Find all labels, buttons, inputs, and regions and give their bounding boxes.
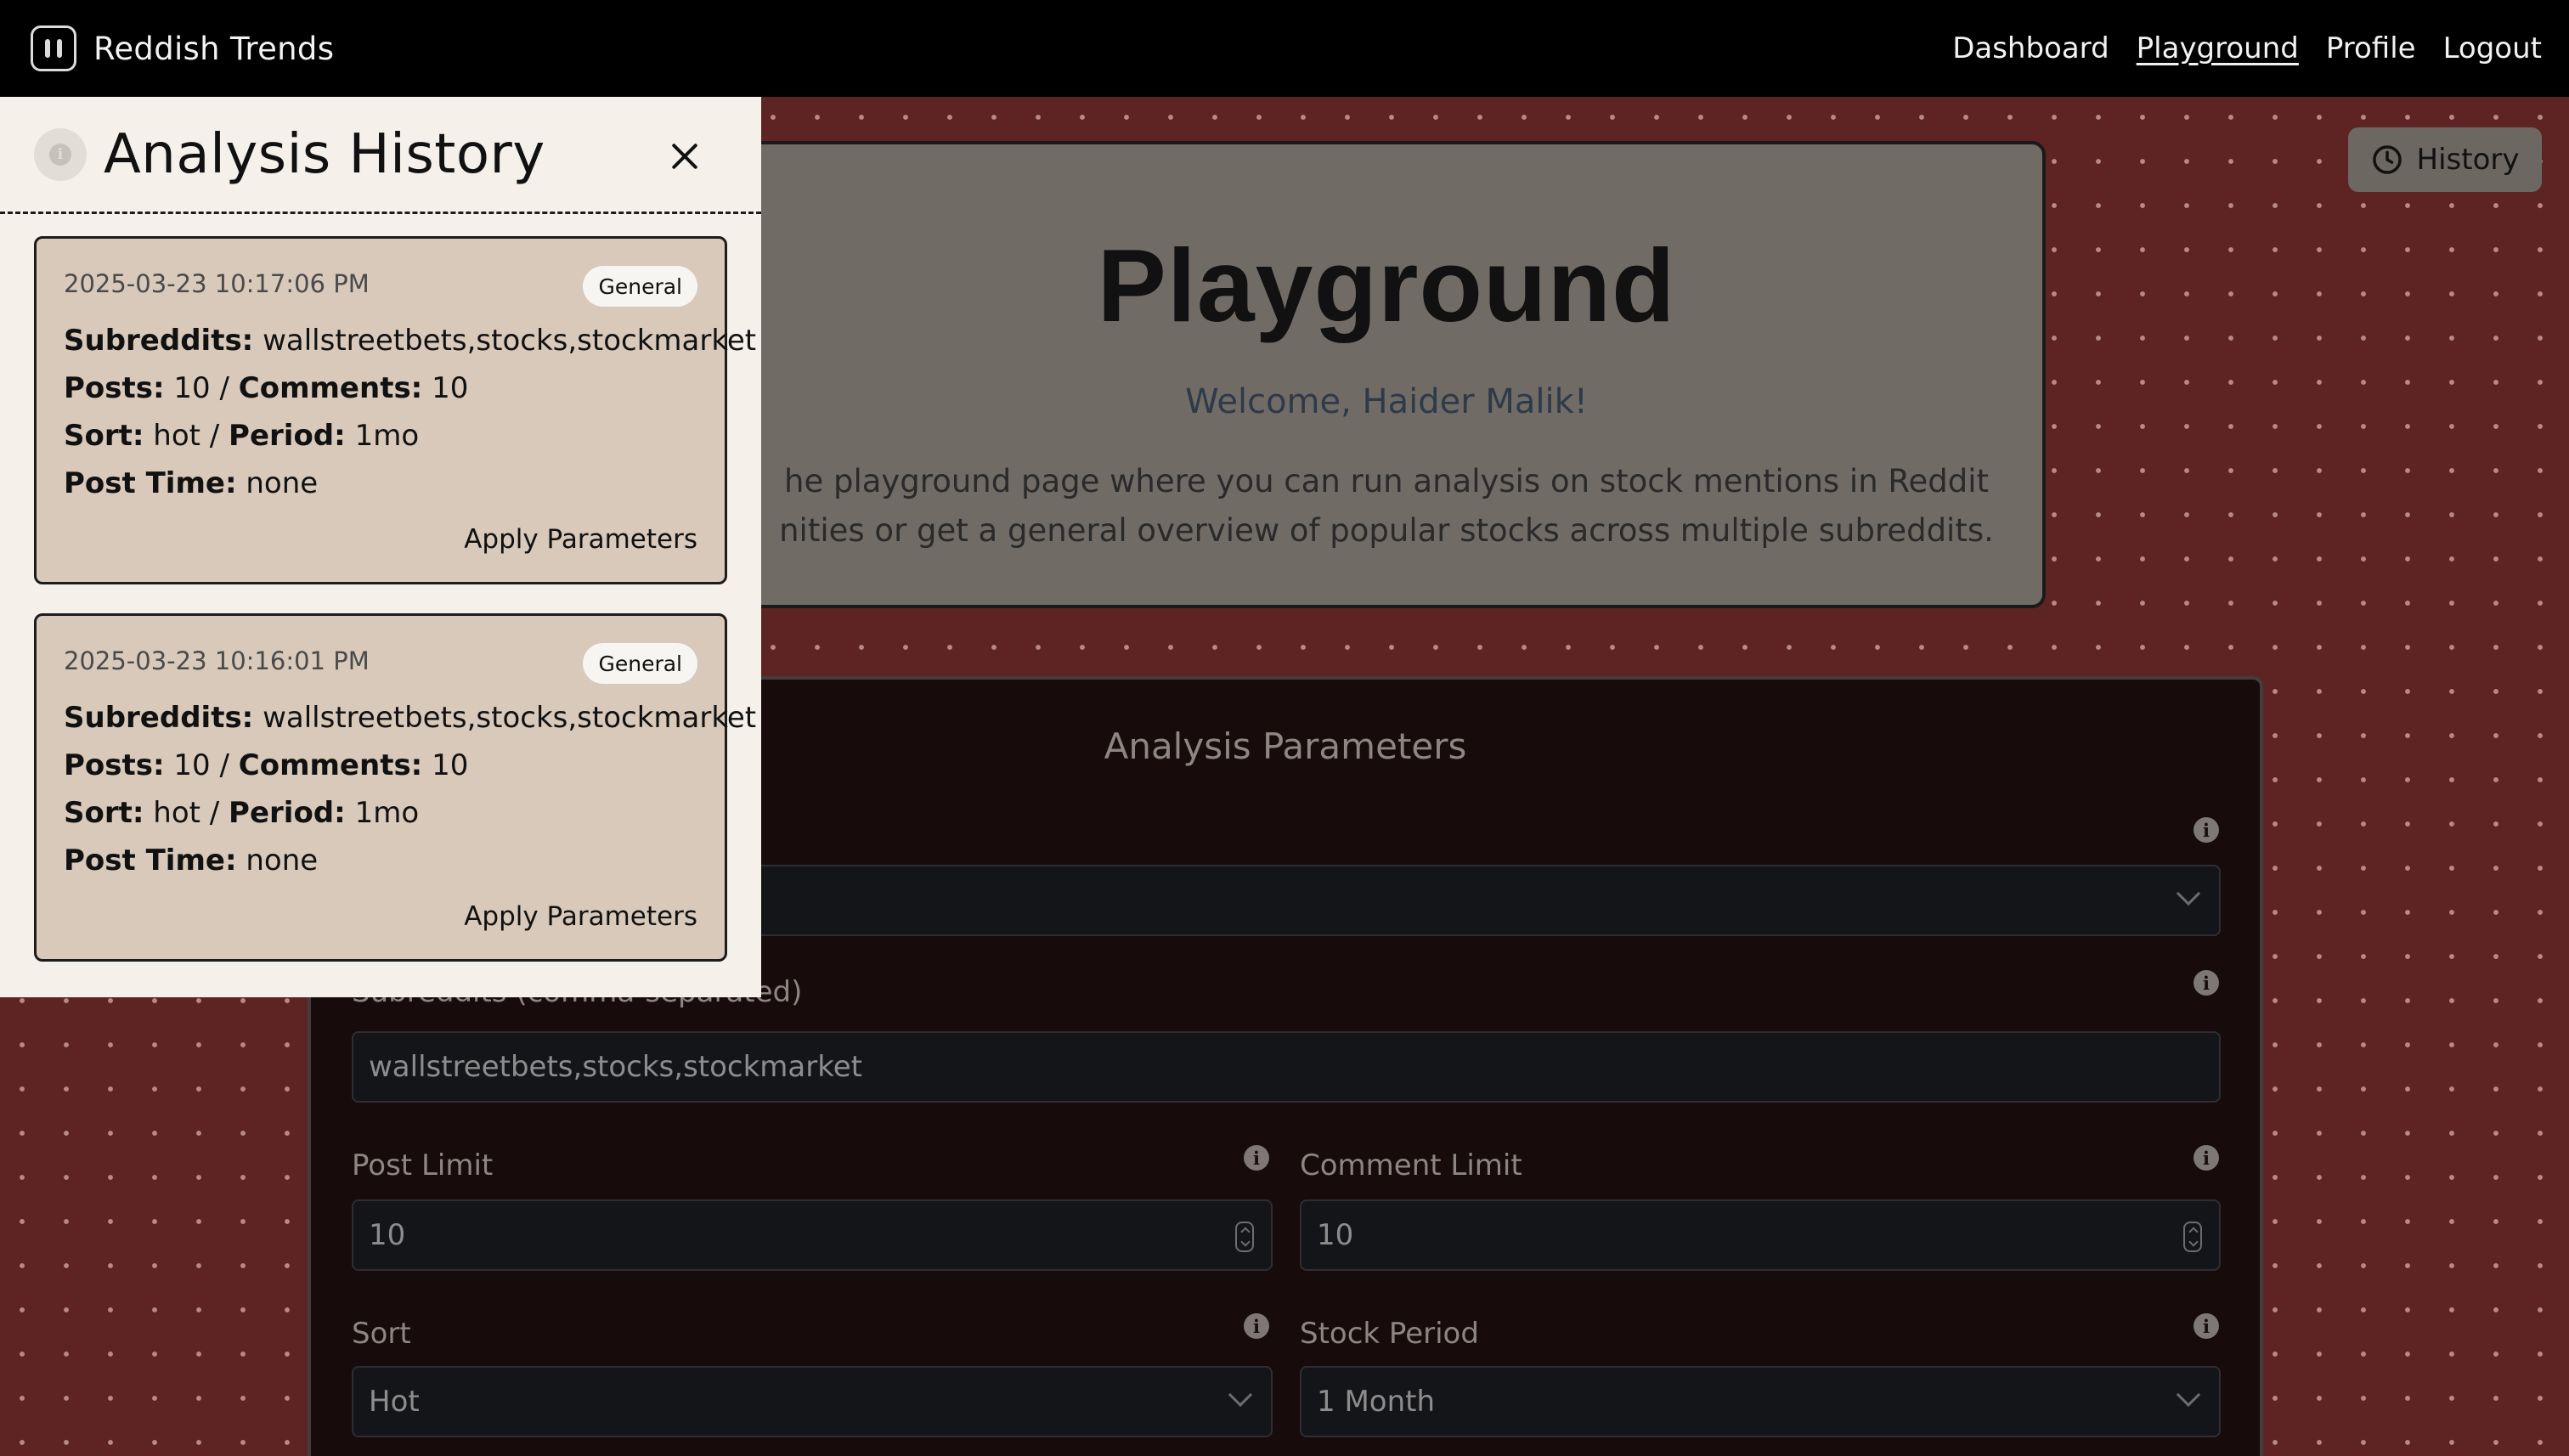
page-description: he playground page where you can run ana…: [731, 457, 2042, 556]
post-limit-value: 10: [369, 1218, 406, 1252]
stock-period-select-value: 1 Month: [1317, 1385, 1436, 1419]
number-stepper-icon[interactable]: [2183, 1222, 2202, 1252]
comment-limit-value: 10: [1317, 1218, 1354, 1252]
analysis-history-drawer: i Analysis History 2025-03-23 10:17:06 P…: [0, 97, 761, 997]
nav-links: Dashboard Playground Profile Logout: [1952, 31, 2542, 65]
page-description-line-2: nities or get a general overview of popu…: [779, 512, 1994, 549]
close-icon[interactable]: [664, 136, 705, 177]
number-stepper-icon[interactable]: [1235, 1222, 1254, 1252]
chevron-down-icon: [2176, 1382, 2201, 1408]
stock-period-select[interactable]: 1 Month: [1300, 1366, 2221, 1437]
history-subreddits: Subreddits: wallstreetbets,stocks,stockm…: [64, 324, 757, 358]
apply-parameters-button[interactable]: Apply Parameters: [464, 524, 697, 555]
chevron-down-icon: [1228, 1382, 1253, 1408]
info-icon[interactable]: i: [2194, 817, 2219, 843]
nav-link-playground[interactable]: Playground: [2137, 31, 2299, 65]
playground-hero-card: Playground Welcome, Haider Malik! he pla…: [727, 141, 2046, 608]
info-icon[interactable]: i: [2194, 1313, 2219, 1339]
history-posts-comments: Posts: 10 / Comments: 10: [64, 748, 469, 782]
history-card: 2025-03-23 10:17:06 PM General Subreddit…: [34, 236, 757, 584]
stock-period-label: Stock Period: [1300, 1317, 1479, 1351]
info-icon[interactable]: i: [2194, 970, 2219, 996]
drawer-header: i Analysis History: [0, 97, 761, 214]
sort-select-value: Hot: [369, 1385, 420, 1419]
page-title: Playground: [1097, 228, 1676, 343]
history-posts-comments: Posts: 10 / Comments: 10: [64, 371, 469, 405]
analysis-type-badge: General: [583, 643, 697, 684]
apply-parameters-button[interactable]: Apply Parameters: [464, 901, 697, 932]
history-sort-period: Sort: hot / Period: 1mo: [64, 796, 420, 830]
info-icon[interactable]: i: [2194, 1145, 2219, 1171]
history-subreddits: Subreddits: wallstreetbets,stocks,stockm…: [64, 701, 757, 735]
history-button[interactable]: History: [2348, 127, 2542, 192]
history-post-time: Post Time: none: [64, 844, 319, 878]
page-description-line-1: he playground page where you can run ana…: [784, 463, 1989, 499]
post-limit-input[interactable]: 10: [352, 1199, 1273, 1271]
comment-limit-label: Comment Limit: [1300, 1148, 1522, 1182]
chevron-down-icon: [2176, 881, 2201, 906]
history-card: 2025-03-23 10:16:01 PM General Subreddit…: [34, 613, 757, 962]
subreddits-input[interactable]: wallstreetbets,stocks,stockmarket: [352, 1031, 2221, 1103]
drawer-title: Analysis History: [104, 122, 545, 186]
info-icon[interactable]: i: [1244, 1313, 1269, 1339]
nav-link-logout[interactable]: Logout: [2443, 31, 2542, 65]
brand-name: Reddish Trends: [93, 30, 335, 67]
history-button-label: History: [2416, 143, 2520, 177]
post-limit-label: Post Limit: [352, 1148, 494, 1182]
sort-select[interactable]: Hot: [352, 1366, 1273, 1437]
analysis-type-badge: General: [583, 266, 697, 307]
nav-link-dashboard[interactable]: Dashboard: [1952, 31, 2109, 65]
welcome-message: Welcome, Haider Malik!: [1185, 382, 1588, 421]
top-navbar: Reddish Trends Dashboard Playground Prof…: [0, 0, 2569, 97]
subreddits-input-value: wallstreetbets,stocks,stockmarket: [369, 1050, 862, 1084]
sort-label: Sort: [352, 1317, 411, 1351]
reddish-logo-icon: [31, 25, 76, 71]
comment-limit-input[interactable]: 10: [1300, 1199, 2221, 1271]
history-sort-period: Sort: hot / Period: 1mo: [64, 419, 420, 453]
brand[interactable]: Reddish Trends: [31, 25, 334, 71]
info-icon[interactable]: i: [34, 127, 87, 181]
clock-icon: [2372, 145, 2402, 174]
info-icon[interactable]: i: [1244, 1145, 1269, 1171]
history-post-time: Post Time: none: [64, 466, 319, 500]
nav-link-profile[interactable]: Profile: [2326, 31, 2416, 65]
